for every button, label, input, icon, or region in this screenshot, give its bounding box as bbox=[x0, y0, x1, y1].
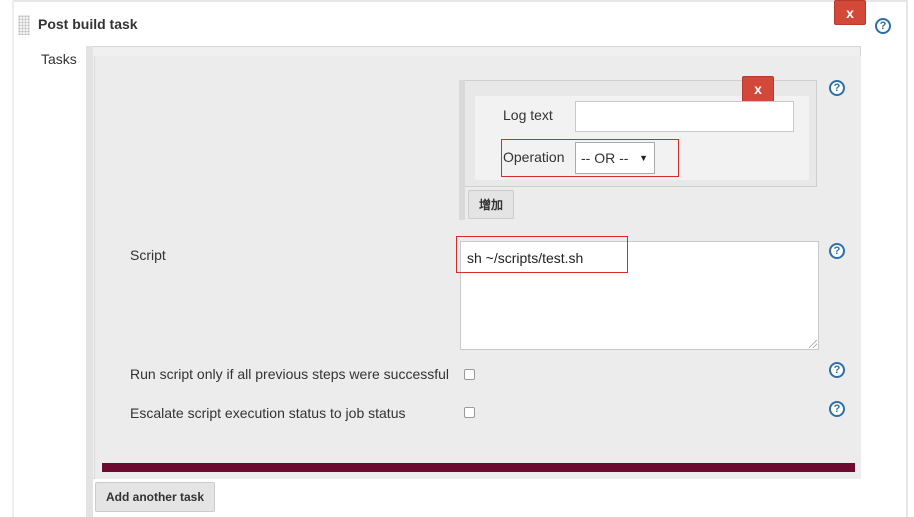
run-only-if-success-help-icon[interactable]: ? bbox=[829, 362, 845, 378]
section-left-bar bbox=[12, 0, 14, 517]
log-entry-help-icon[interactable]: ? bbox=[829, 80, 845, 96]
add-another-task-button[interactable]: Add another task bbox=[95, 482, 215, 512]
delete-post-build-task-button[interactable]: x bbox=[834, 0, 866, 25]
operation-select-value: -- OR -- bbox=[581, 150, 629, 166]
section-help-icon[interactable]: ? bbox=[875, 18, 891, 34]
log-text-input[interactable] bbox=[575, 101, 794, 132]
operation-label: Operation bbox=[503, 149, 565, 165]
resize-handle-icon[interactable] bbox=[809, 340, 817, 348]
script-label: Script bbox=[130, 247, 166, 263]
chevron-down-icon: ▼ bbox=[639, 153, 648, 163]
tasks-left-bar bbox=[86, 46, 93, 517]
escalate-status-checkbox[interactable] bbox=[464, 407, 475, 418]
log-entry-left-bar bbox=[459, 80, 465, 220]
escalate-status-help-icon[interactable]: ? bbox=[829, 401, 845, 417]
run-only-if-success-checkbox[interactable] bbox=[464, 369, 475, 380]
escalate-status-label: Escalate script execution status to job … bbox=[130, 405, 406, 421]
operation-select[interactable]: -- OR -- ▼ bbox=[575, 142, 655, 174]
script-help-icon[interactable]: ? bbox=[829, 243, 845, 259]
script-highlight bbox=[456, 236, 628, 273]
delete-log-entry-button[interactable]: x bbox=[742, 76, 774, 102]
add-log-entry-button[interactable]: 增加 bbox=[468, 190, 514, 219]
section-border-right bbox=[906, 0, 908, 517]
log-text-label: Log text bbox=[503, 107, 553, 123]
section-border-top bbox=[12, 0, 908, 2]
run-only-if-success-label: Run script only if all previous steps we… bbox=[130, 366, 450, 382]
drag-handle-icon[interactable] bbox=[18, 15, 30, 35]
tasks-label: Tasks bbox=[41, 51, 77, 67]
task-divider-bar bbox=[102, 463, 855, 472]
section-title: Post build task bbox=[38, 16, 138, 32]
